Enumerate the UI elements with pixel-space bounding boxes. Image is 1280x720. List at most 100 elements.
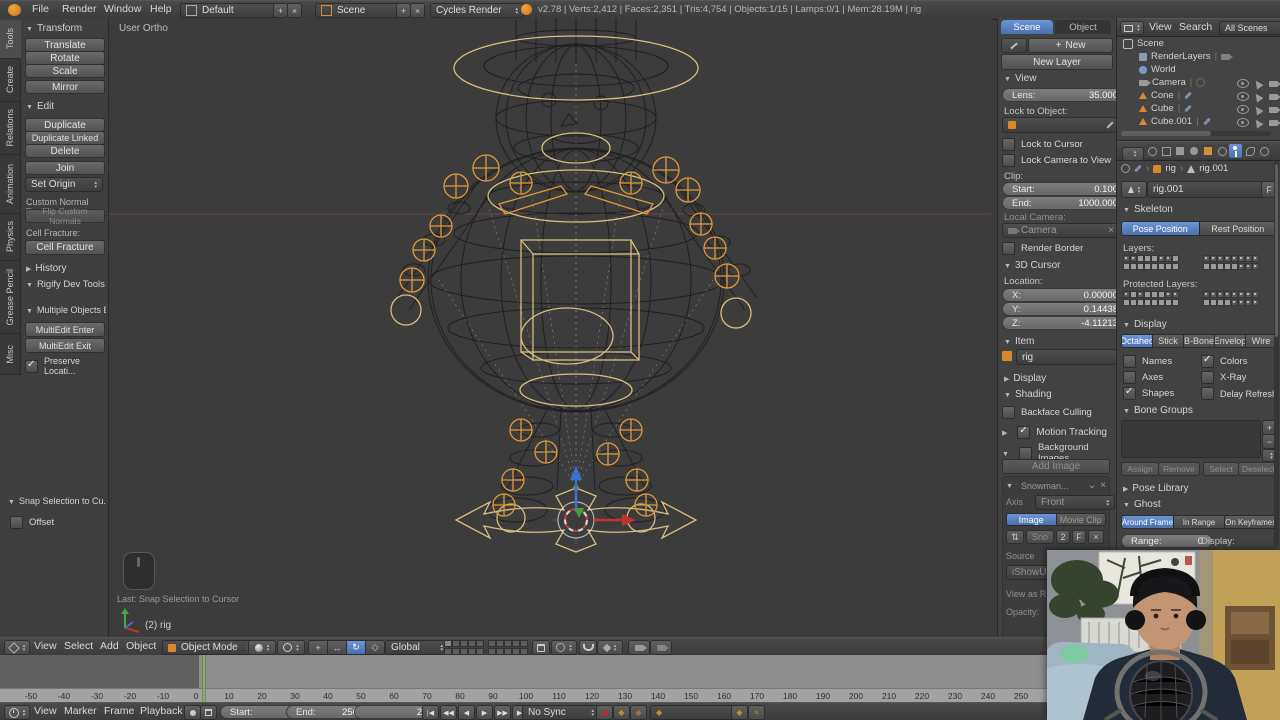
snap-mode-dropdown[interactable] <box>597 640 623 655</box>
viewport-3d[interactable]: User Ortho <box>109 18 991 637</box>
bg-fake-user-button[interactable]: F <box>1072 530 1086 544</box>
editor-type-timeline[interactable] <box>4 705 30 720</box>
render-image-button[interactable] <box>628 640 650 655</box>
delay-refresh-row[interactable]: Delay Refresh <box>1201 387 1277 400</box>
eyedropper-icon[interactable] <box>1106 121 1113 128</box>
keyingset-remove-button[interactable]: × <box>748 705 765 720</box>
xray-checkbox[interactable] <box>1201 371 1214 384</box>
properties-header[interactable] <box>1117 141 1280 161</box>
manipulator-translate[interactable]: ↔ <box>328 640 347 655</box>
lens-field[interactable]: Lens:35.000 <box>1002 88 1128 102</box>
properties-scrollbar[interactable] <box>1274 161 1279 546</box>
mirror-button[interactable]: Mirror <box>25 80 105 94</box>
pin-icon[interactable] <box>1121 164 1130 173</box>
gp-brush-dropdown[interactable] <box>1001 38 1027 53</box>
draw-wire[interactable]: Wire <box>1246 334 1277 348</box>
preserve-location-row[interactable]: Preserve Locati... <box>25 356 108 376</box>
v3d-menu-view[interactable]: View <box>34 638 57 655</box>
panel-pose-library[interactable]: Pose Library <box>1123 483 1189 494</box>
render-border-row[interactable]: Render Border <box>1002 242 1083 255</box>
panel-skeleton[interactable]: Skeleton <box>1123 204 1173 215</box>
delete-keyframe-button[interactable]: ◆ <box>630 705 647 720</box>
draw-envelope[interactable]: Envelop <box>1215 334 1246 348</box>
screen-layout-selector[interactable]: Default <box>180 3 282 18</box>
sync-dropdown[interactable]: No Sync <box>522 705 600 720</box>
tab-world-icon[interactable] <box>1187 144 1200 158</box>
bg-axis-dropdown[interactable]: Front <box>1035 495 1115 510</box>
panel-item[interactable]: Item <box>1004 336 1034 347</box>
manipulator-rotate[interactable]: ↻ <box>347 640 366 655</box>
outliner-menu-search[interactable]: Search <box>1179 19 1212 36</box>
ghost-on-keyframes[interactable]: On Keyframes <box>1225 515 1277 529</box>
blender-logo-icon[interactable] <box>8 4 21 16</box>
axes-row[interactable]: Axes <box>1123 371 1163 384</box>
playback-controls[interactable]: |◀ ◀◀ ◀ ▶ ▶▶ ▶| <box>422 705 529 720</box>
panel-bone-groups[interactable]: Bone Groups <box>1123 405 1193 416</box>
id-type-icon[interactable] <box>1121 181 1147 198</box>
panel-rigify[interactable]: Rigify Dev Tools <box>26 279 105 290</box>
bg-source-toggle[interactable]: Image Movie Clip <box>1006 513 1106 526</box>
panel-display[interactable]: Display <box>1004 373 1046 384</box>
tab-physics-icon[interactable] <box>1243 144 1256 158</box>
tab-render-icon[interactable] <box>1145 144 1158 158</box>
multiedit-exit-button[interactable]: MultiEdit Exit <box>25 338 105 353</box>
outliner-item-camera[interactable]: Camera| <box>1139 77 1205 88</box>
draw-stick[interactable]: Stick <box>1153 334 1184 348</box>
shelf-tab-animation[interactable]: Animation <box>0 155 21 214</box>
render-anim-button[interactable] <box>650 640 672 655</box>
v3d-menu-add[interactable]: Add <box>100 638 119 655</box>
protected-layers-grid-b[interactable] <box>1203 291 1261 307</box>
ghost-range-field[interactable]: Range:0 <box>1121 534 1213 548</box>
delete-button[interactable]: Delete <box>25 144 105 158</box>
panel-bone-display[interactable]: Display <box>1123 319 1167 330</box>
outliner-item-renderlayers[interactable]: RenderLayers | <box>1139 51 1230 62</box>
menu-render[interactable]: Render <box>62 1 96 18</box>
draw-octahedral[interactable]: Octahed <box>1121 334 1153 348</box>
play-button[interactable]: ▶ <box>476 705 493 720</box>
breadcrumb-object[interactable]: rig <box>1165 163 1176 174</box>
pivot-point-dropdown[interactable] <box>277 640 305 655</box>
n-tab-object[interactable]: Object <box>1055 20 1111 34</box>
lock-object-field[interactable] <box>1002 117 1120 133</box>
bg-browse-button[interactable]: ⇅ <box>1006 530 1024 544</box>
panel-multi-edit[interactable]: Multiple Objects Editi <box>26 305 106 315</box>
cursor-y-field[interactable]: Y:0.14438 <box>1002 302 1128 316</box>
panel-3d-cursor[interactable]: 3D Cursor <box>1004 260 1061 271</box>
next-keyframe-button[interactable]: ▶▶ <box>494 705 511 720</box>
tab-material-icon[interactable] <box>1257 144 1270 158</box>
duplicate-linked-button[interactable]: Duplicate Linked <box>25 131 105 145</box>
bg-remove-icon[interactable]: × <box>1100 480 1106 491</box>
names-checkbox[interactable] <box>1123 355 1136 368</box>
manipulator-toggle[interactable]: + <box>308 640 328 655</box>
manipulator-scale[interactable]: ◇ <box>366 640 385 655</box>
orientation-dropdown[interactable]: Global <box>385 640 449 655</box>
shelf-tab-create[interactable]: Create <box>0 59 21 102</box>
offset-row[interactable]: Offset <box>10 516 54 529</box>
operator-redo-panel[interactable]: Snap Selection to Cu...so <box>8 496 106 506</box>
tab-object-icon[interactable] <box>1201 144 1214 158</box>
axes-checkbox[interactable] <box>1123 371 1136 384</box>
lock-to-scene-button[interactable] <box>532 640 550 655</box>
panel-shading[interactable]: Shading <box>1004 389 1052 400</box>
n-tab-scene[interactable]: Scene <box>1001 20 1053 34</box>
flip-custom-normals-button[interactable]: Flip Custom Normals <box>25 209 105 223</box>
outliner-menu-view[interactable]: View <box>1149 19 1172 36</box>
rest-position-toggle[interactable]: Rest Position <box>1200 221 1278 236</box>
active-keying-set-field[interactable]: ◆ <box>650 705 740 720</box>
armature-layers-grid-a[interactable] <box>1123 255 1181 271</box>
editor-type-3dview[interactable] <box>4 640 30 655</box>
new-layer-button[interactable]: New Layer <box>1001 54 1113 70</box>
lock-camera-row[interactable]: Lock Camera to View <box>1002 154 1111 167</box>
clear-camera-icon[interactable]: × <box>1108 225 1114 236</box>
render-border-checkbox[interactable] <box>1002 242 1015 255</box>
menu-help[interactable]: Help <box>150 1 172 18</box>
breadcrumb[interactable]: › rig › rig.001 <box>1121 163 1228 174</box>
shelf-tab-grease-pencil[interactable]: Grease Pencil <box>0 261 21 334</box>
menu-window[interactable]: Window <box>104 1 141 18</box>
duplicate-button[interactable]: Duplicate <box>25 118 105 132</box>
xray-row[interactable]: X-Ray <box>1201 371 1246 384</box>
bg-users-count[interactable]: 2 <box>1056 530 1070 544</box>
outliner-item-cube[interactable]: Cube| <box>1139 103 1192 114</box>
join-button[interactable]: Join <box>25 161 105 175</box>
lock-camera-checkbox[interactable] <box>1002 154 1015 167</box>
